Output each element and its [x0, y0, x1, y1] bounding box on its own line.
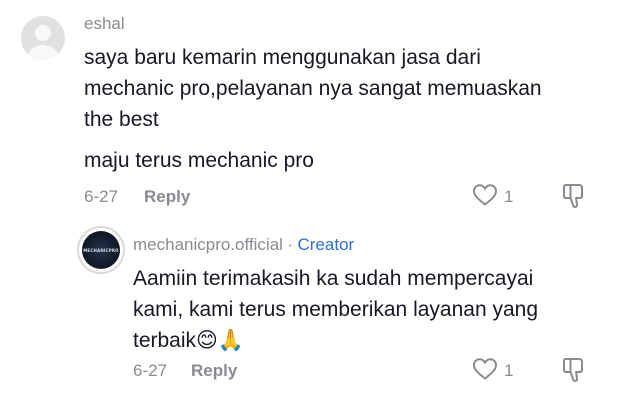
comment-line: the best	[84, 108, 159, 131]
comment-text-second: maju terus mechanic pro	[84, 149, 314, 172]
heart-icon	[472, 358, 498, 380]
reply-line: kami, kami terus memberikan layanan yang	[133, 298, 539, 321]
separator-dot: ·	[287, 235, 294, 254]
reply-button[interactable]: Reply	[144, 187, 190, 207]
reply-text: Aamiin terimakasih ka sudah mempercayai …	[133, 263, 538, 356]
default-avatar-icon	[28, 25, 58, 60]
reply-username[interactable]: mechanicpro.official	[133, 235, 283, 254]
heart-icon	[472, 184, 498, 206]
reply-like-button[interactable]	[472, 357, 498, 386]
reply-like-count: 1	[504, 361, 514, 380]
reply-line-last: terbaik😊🙏	[133, 325, 538, 356]
reply-line: terbaik	[133, 329, 197, 352]
creator-badge: Creator	[297, 235, 355, 254]
like-button[interactable]	[472, 183, 498, 212]
dislike-button[interactable]	[561, 182, 587, 215]
creator-logo: MECHANICPRO	[82, 231, 120, 269]
reply-header: mechanicpro.official · Creator	[133, 235, 354, 255]
comment-line: saya baru kemarin menggunakan jasa dari	[84, 46, 481, 69]
comment-date: 6-27	[84, 187, 119, 206]
reply-date: 6-27	[133, 361, 168, 380]
avatar-creator[interactable]: MECHANICPRO	[77, 226, 125, 274]
reply-line: Aamiin terimakasih ka sudah mempercayai	[133, 267, 534, 290]
comment-line: mechanic pro,pelayanan nya sangat memuas…	[84, 77, 542, 100]
avatar-eshal[interactable]	[21, 16, 65, 60]
like-count: 1	[504, 187, 514, 206]
dislike-icon	[563, 358, 583, 382]
reply-reply-button[interactable]: Reply	[191, 361, 237, 381]
comment-text: saya baru kemarin menggunakan jasa dari …	[84, 42, 542, 135]
reply-dislike-button[interactable]	[561, 356, 587, 389]
emoji-smile-pray: 😊🙏	[196, 329, 245, 352]
dislike-icon	[563, 184, 583, 208]
comment-username[interactable]: eshal	[84, 14, 125, 34]
